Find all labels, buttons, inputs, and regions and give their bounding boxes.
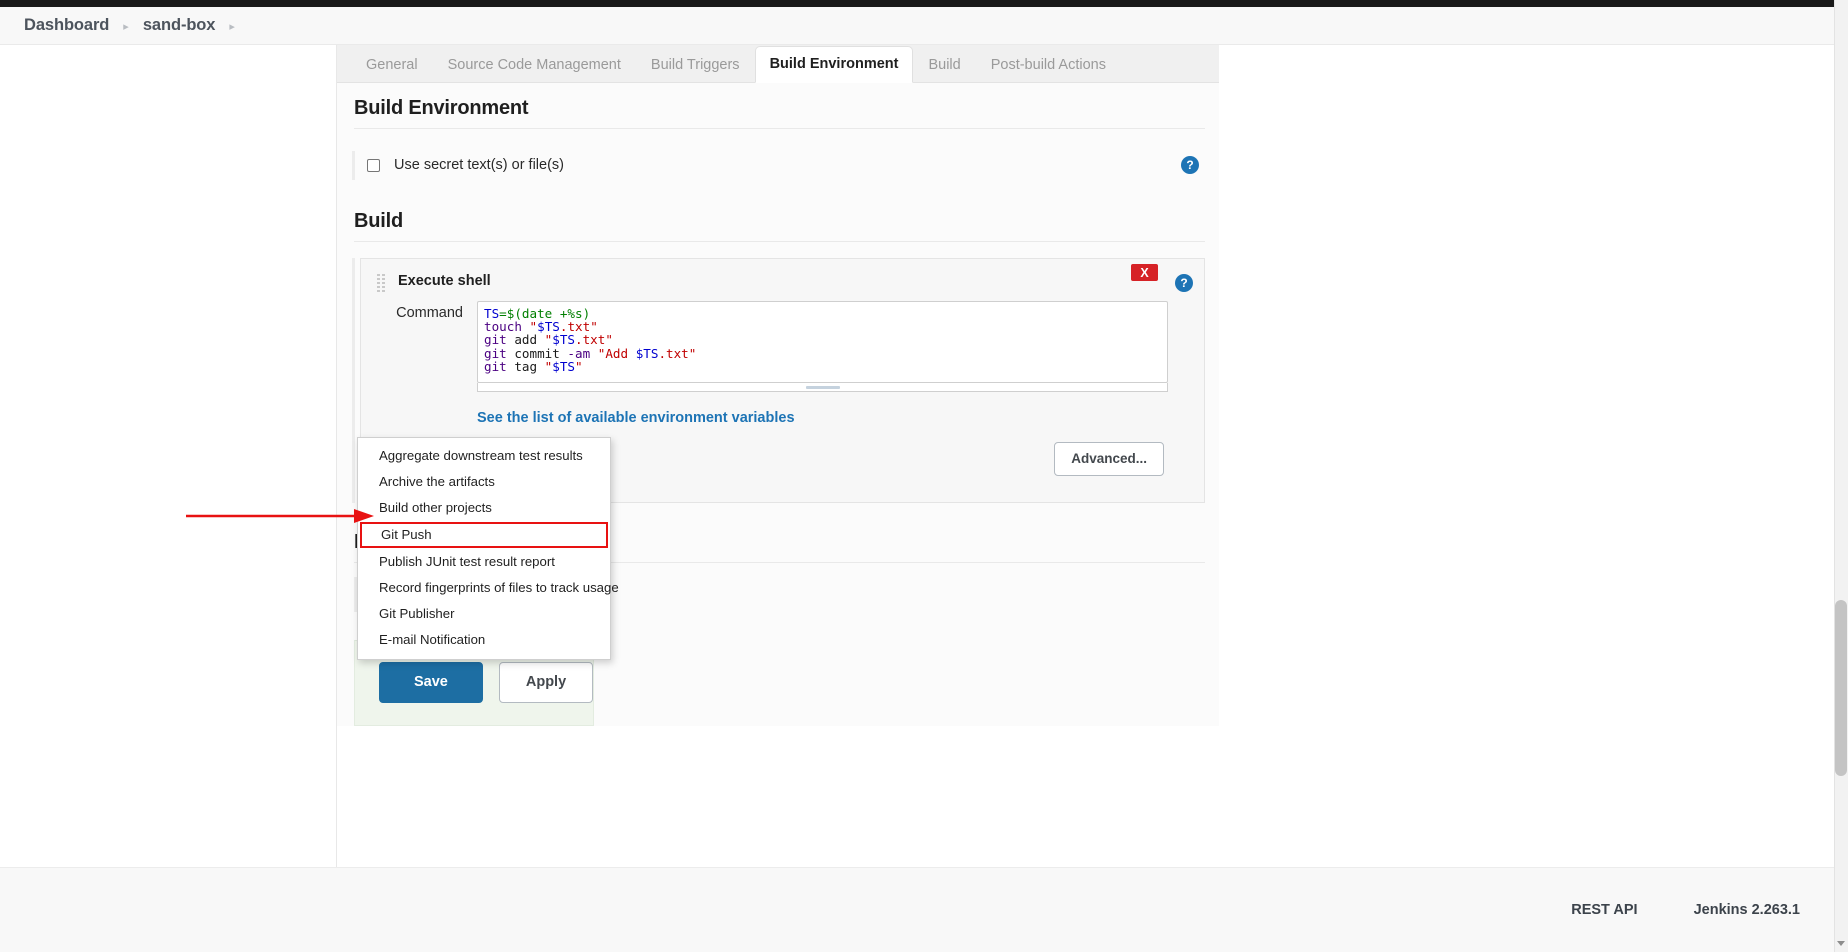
page-scrollbar[interactable] bbox=[1834, 0, 1848, 952]
breadcrumb-item-sandbox[interactable]: sand-box bbox=[143, 16, 216, 35]
env-variables-link-row: See the list of available environment va… bbox=[361, 392, 1204, 426]
tab-build-environment[interactable]: Build Environment bbox=[754, 45, 914, 83]
menu-item-git-publisher[interactable]: Git Publisher bbox=[358, 601, 610, 627]
help-icon[interactable]: ? bbox=[1181, 156, 1199, 174]
scrollbar-thumb[interactable] bbox=[1835, 600, 1847, 776]
breadcrumb-item-dashboard[interactable]: Dashboard bbox=[24, 16, 109, 35]
command-label: Command bbox=[396, 305, 463, 321]
advanced-button[interactable]: Advanced... bbox=[1054, 442, 1164, 476]
menu-item-record-fingerprints-of-files-to-track-usage[interactable]: Record fingerprints of files to track us… bbox=[358, 575, 619, 601]
menu-item-publish-junit-test-result-report[interactable]: Publish JUnit test result report bbox=[358, 549, 610, 575]
builder-header: Execute shell X ? bbox=[361, 259, 1204, 301]
scroll-down-arrow-icon[interactable] bbox=[1837, 941, 1845, 946]
page-footer: REST API Jenkins 2.263.1 bbox=[0, 867, 1848, 952]
breadcrumb: Dashboard ▸ sand-box ▸ bbox=[0, 7, 1848, 45]
menu-item-aggregate-downstream-test-results[interactable]: Aggregate downstream test results bbox=[358, 443, 610, 469]
delete-builder-button[interactable]: X bbox=[1131, 264, 1158, 281]
menu-item-archive-the-artifacts[interactable]: Archive the artifacts bbox=[358, 469, 610, 495]
top-black-strip bbox=[0, 0, 1848, 7]
section-divider bbox=[354, 241, 1205, 242]
jenkins-version-label: Jenkins 2.263.1 bbox=[1693, 902, 1800, 918]
shell-script-content: TS=$(date +%s) touch "$TS.txt" git add "… bbox=[484, 306, 697, 374]
textarea-resize-handle[interactable] bbox=[477, 383, 1168, 392]
page-body: General Source Code Management Build Tri… bbox=[0, 45, 1848, 912]
breadcrumb-separator-icon: ▸ bbox=[123, 21, 129, 33]
menu-item-build-other-projects[interactable]: Build other projects bbox=[358, 495, 610, 521]
use-secret-text-label: Use secret text(s) or file(s) bbox=[394, 157, 564, 173]
rest-api-link[interactable]: REST API bbox=[1571, 902, 1637, 918]
command-field-row: Command TS=$(date +%s) touch "$TS.txt" g… bbox=[361, 301, 1204, 383]
menu-item-git-push[interactable]: Git Push bbox=[360, 522, 608, 548]
menu-item-e-mail-notification[interactable]: E-mail Notification bbox=[358, 627, 610, 653]
build-environment-heading: Build Environment bbox=[354, 97, 529, 119]
post-build-action-dropdown-menu[interactable]: Aggregate downstream test results Archive… bbox=[357, 437, 619, 660]
builder-title: Execute shell bbox=[398, 273, 491, 289]
tab-post-build-actions[interactable]: Post-build Actions bbox=[976, 48, 1121, 83]
drag-handle-icon[interactable] bbox=[377, 274, 386, 292]
tab-general[interactable]: General bbox=[351, 48, 433, 83]
command-textarea[interactable]: TS=$(date +%s) touch "$TS.txt" git add "… bbox=[477, 301, 1168, 383]
tab-build-triggers[interactable]: Build Triggers bbox=[636, 48, 755, 83]
tab-build[interactable]: Build bbox=[913, 48, 975, 83]
section-divider bbox=[354, 128, 1205, 129]
annotation-arrow-icon bbox=[186, 509, 374, 523]
build-heading: Build bbox=[354, 210, 403, 232]
apply-button[interactable]: Apply bbox=[498, 662, 594, 703]
config-tab-bar: General Source Code Management Build Tri… bbox=[337, 45, 1219, 83]
use-secret-text-or-files-row[interactable]: Use secret text(s) or file(s) ? bbox=[352, 151, 1219, 180]
tab-source-code-management[interactable]: Source Code Management bbox=[433, 48, 636, 83]
use-secret-text-checkbox[interactable] bbox=[367, 159, 380, 172]
breadcrumb-separator-icon: ▸ bbox=[229, 21, 235, 33]
help-icon[interactable]: ? bbox=[1175, 274, 1193, 292]
save-button[interactable]: Save bbox=[379, 662, 483, 703]
environment-variables-link[interactable]: See the list of available environment va… bbox=[477, 410, 795, 426]
